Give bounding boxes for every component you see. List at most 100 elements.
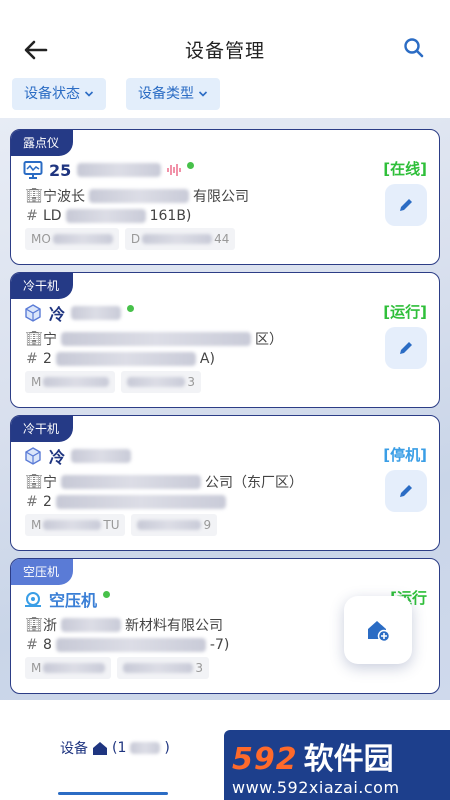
dryer-unit-icon bbox=[25, 304, 41, 322]
chip-row: M TU 9 bbox=[25, 514, 218, 536]
company-name: 宁波长 bbox=[43, 189, 85, 205]
redacted-text bbox=[55, 638, 206, 652]
model-chip: M bbox=[25, 657, 112, 679]
device-type-tag: 露点仪 bbox=[11, 130, 74, 156]
redacted-text bbox=[77, 163, 162, 177]
redacted-text bbox=[61, 332, 251, 346]
edit-button[interactable] bbox=[385, 184, 427, 226]
device-name: 空压机 bbox=[49, 591, 98, 610]
redacted-text bbox=[61, 618, 121, 632]
home-icon bbox=[93, 742, 107, 755]
status-badge: [在线] bbox=[383, 160, 427, 178]
device-name-row: 冷 bbox=[23, 444, 132, 468]
company-line: 🏢︎ 宁 公司（东厂区） bbox=[25, 472, 303, 492]
add-home-icon bbox=[368, 621, 391, 643]
filter-label: 设备类型 bbox=[138, 86, 194, 102]
app-header: 设备管理 设备状态 设备类型 bbox=[0, 0, 450, 118]
building-icon: 🏢︎ bbox=[25, 474, 43, 490]
device-name: 冷 bbox=[49, 305, 66, 324]
company-name-tail: 公司（东厂区） bbox=[205, 475, 303, 491]
device-code: 2 bbox=[43, 494, 52, 510]
device-name: 25 bbox=[49, 160, 72, 180]
redacted-text bbox=[65, 209, 146, 223]
edit-button[interactable] bbox=[385, 327, 427, 369]
pencil-icon bbox=[400, 342, 412, 354]
model-chip: M TU bbox=[25, 514, 126, 536]
serial-chip: 9 bbox=[131, 514, 218, 536]
company-name-tail: 新材料有限公司 bbox=[125, 618, 223, 634]
device-type-tag: 冷干机 bbox=[11, 416, 74, 442]
device-code-tail: -7) bbox=[209, 637, 230, 653]
building-icon: 🏢︎ bbox=[25, 331, 43, 347]
device-code-tail: 161B) bbox=[149, 208, 192, 224]
status-badge: [运行] bbox=[383, 303, 427, 321]
company-name: 宁 bbox=[43, 332, 57, 348]
hash-icon: # bbox=[26, 351, 38, 367]
signal-wave-icon bbox=[167, 164, 182, 176]
tab-count-suffix: ) bbox=[164, 740, 170, 756]
device-type-tag: 空压机 bbox=[11, 559, 74, 585]
device-card[interactable]: 冷干机 冷 [运行] 🏢︎ 宁 区） # 2 A) M 3 bbox=[10, 272, 440, 408]
company-name: 宁 bbox=[43, 475, 57, 491]
chip-row: M 3 bbox=[25, 657, 209, 679]
serial-chip: 3 bbox=[121, 371, 201, 393]
pencil-icon bbox=[400, 485, 412, 497]
device-name: 冷 bbox=[49, 448, 66, 467]
code-line: # 2 bbox=[25, 494, 226, 510]
chevron-down-icon bbox=[198, 91, 208, 97]
compressor-icon bbox=[25, 592, 41, 607]
tab-count-prefix: (1 bbox=[112, 740, 127, 756]
code-line: # 8 -7) bbox=[25, 637, 229, 653]
watermark-url: www.592xiazai.com bbox=[232, 778, 400, 797]
site-watermark: 592 软件园 www.592xiazai.com bbox=[224, 730, 450, 800]
chip-row: MO D 44 bbox=[25, 228, 236, 250]
filter-device-type[interactable]: 设备类型 bbox=[126, 78, 220, 110]
pencil-icon bbox=[400, 199, 412, 211]
page-title: 设备管理 bbox=[184, 40, 265, 62]
model-chip: MO bbox=[25, 228, 119, 250]
watermark-text: 软件园 bbox=[303, 742, 394, 777]
hash-icon: # bbox=[26, 637, 38, 653]
monitor-icon bbox=[23, 161, 43, 179]
device-type-tag: 冷干机 bbox=[11, 273, 74, 299]
add-device-fab[interactable] bbox=[344, 596, 412, 664]
tab-label: 设备 bbox=[60, 741, 88, 757]
device-name-row: 冷 bbox=[23, 301, 135, 325]
serial-chip: 3 bbox=[117, 657, 209, 679]
device-list[interactable]: 露点仪 25 [在线] 🏢︎ 宁波长 有限公司 # LD 161B) MO D4… bbox=[0, 118, 450, 700]
device-code: 2 bbox=[43, 351, 52, 367]
company-line: 🏢︎ 宁 区） bbox=[25, 329, 283, 349]
filter-device-status[interactable]: 设备状态 bbox=[12, 78, 106, 110]
chevron-down-icon bbox=[84, 91, 94, 97]
redacted-text bbox=[130, 742, 161, 754]
code-line: # 2 A) bbox=[25, 351, 215, 367]
edit-button[interactable] bbox=[385, 470, 427, 512]
device-card[interactable]: 露点仪 25 [在线] 🏢︎ 宁波长 有限公司 # LD 161B) MO D4… bbox=[10, 129, 440, 265]
redacted-text bbox=[55, 495, 226, 509]
online-dot bbox=[187, 161, 195, 169]
dryer-unit-icon bbox=[25, 447, 41, 465]
hash-icon: # bbox=[26, 494, 38, 510]
device-card[interactable]: 冷干机 冷 [停机] 🏢︎ 宁 公司（东厂区） # 2 M TU 9 bbox=[10, 415, 440, 551]
redacted-text bbox=[71, 306, 122, 320]
redacted-text bbox=[71, 449, 132, 463]
search-icon[interactable] bbox=[402, 36, 426, 60]
device-code-tail: A) bbox=[199, 351, 215, 367]
serial-chip: D 44 bbox=[124, 228, 236, 250]
status-badge: [停机] bbox=[383, 446, 427, 464]
online-dot bbox=[127, 304, 135, 312]
company-name-tail: 区） bbox=[255, 332, 283, 348]
tab-active-indicator bbox=[58, 792, 168, 795]
device-name-row: 25 bbox=[23, 158, 195, 182]
redacted-text bbox=[61, 475, 201, 489]
redacted-text bbox=[55, 352, 196, 366]
tab-devices[interactable]: 设备 (1 ) bbox=[60, 738, 170, 758]
code-line: # LD 161B) bbox=[25, 208, 191, 224]
company-name-tail: 有限公司 bbox=[193, 189, 249, 205]
online-dot bbox=[103, 590, 111, 598]
company-line: 🏢︎ 宁波长 有限公司 bbox=[25, 186, 249, 206]
company-line: 🏢︎ 浙 新材料有限公司 bbox=[25, 615, 223, 635]
device-code: 8 bbox=[43, 637, 52, 653]
device-code: LD bbox=[43, 208, 62, 224]
device-name-row: 空压机 bbox=[23, 587, 111, 611]
